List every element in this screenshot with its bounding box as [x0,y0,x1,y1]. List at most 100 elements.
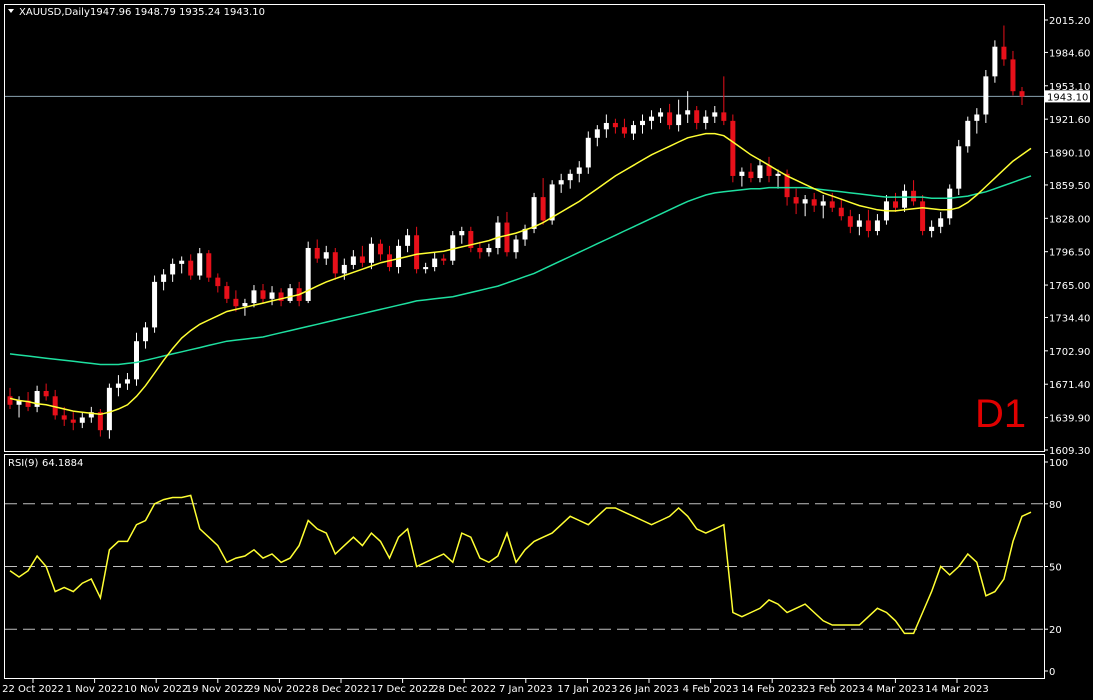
candle-body [531,197,537,229]
candle [269,286,275,306]
candle-body [621,127,627,134]
rsi-tick-label: 80 [1049,500,1062,511]
candle-body [576,167,582,174]
candle-body [215,277,221,287]
candle [314,239,320,263]
price-tick-label: 1765.00 [1049,281,1090,292]
candle-body [712,112,718,117]
time-tick-label: 8 Dec 2022 [312,684,370,695]
chevron-down-icon[interactable] [8,9,14,13]
candle [197,247,203,280]
candle-body [748,171,754,179]
candle [721,76,727,126]
candle-body [179,260,185,264]
price-tick-label: 1984.60 [1049,48,1090,59]
candle [893,192,898,212]
candle-body [341,264,347,274]
candle [558,173,564,193]
candle-body [874,220,880,232]
candle-body [920,201,926,232]
chart-symbol: XAUUSD,Daily [19,7,90,18]
rsi-tick-label: 100 [1049,458,1068,469]
candle [649,110,655,130]
rsi-value: 64.1884 [42,458,83,469]
candle [621,118,627,138]
candle-body [124,379,130,384]
time-tick-label: 14 Feb 2023 [741,684,803,695]
candle [811,192,817,212]
price-tick-label: 1639.90 [1049,414,1090,425]
candle [630,120,636,140]
candle [368,237,374,270]
candle-body [242,303,248,307]
candle-body [70,419,76,423]
candle [748,163,754,183]
rsi-tick-label: 20 [1049,625,1062,636]
rsi-tick-label: 0 [1049,667,1055,678]
candle [1019,86,1025,105]
candle [206,250,212,282]
candle [865,209,871,238]
candle-body [594,129,600,138]
candle-body [649,116,655,121]
rsi-axis: 100 80 50 20 0 [1044,458,1068,678]
candle [658,108,664,123]
time-tick-label: 10 Nov 2022 [124,684,188,695]
candle-body [992,46,998,77]
candle-body [143,327,149,342]
candle-body [676,114,682,126]
candle [143,322,149,349]
current-price-tag: 1943.10 [1045,90,1090,103]
candle [34,385,40,413]
candle-body [1010,59,1016,92]
candle [251,285,257,308]
candle [612,118,618,134]
price-tick-label: 1921.60 [1049,115,1090,126]
candle-body [486,247,492,253]
rsi-tick-label: 50 [1049,563,1062,574]
chart-window[interactable]: XAUUSD,Daily 1947.96 1948.79 1935.24 194… [0,0,1093,700]
candle-body [7,396,13,405]
candle-body [314,247,320,259]
candle-body [820,201,826,206]
candle [152,275,158,333]
price-tick-label: 1859.50 [1049,181,1090,192]
candle-body [694,110,700,123]
candle-body [513,239,519,253]
candle [124,372,130,390]
candle-body [477,247,483,253]
candle-body [739,171,745,176]
candle-body [847,216,853,227]
rsi-line [9,494,1032,635]
candle-body [929,226,935,232]
candle [992,40,998,83]
candle-body [233,298,239,307]
candle [188,254,194,280]
candle [477,241,483,259]
candle [441,254,447,265]
candle [396,239,402,274]
candle-body [703,116,709,123]
candle-body [838,207,844,217]
candle-body [802,199,808,204]
time-tick-label: 1 Nov 2022 [66,684,124,695]
candle [640,114,645,134]
time-axis: 22 Oct 2022 1 Nov 2022 10 Nov 202219 Nov 2… [2,679,989,695]
candle-body [856,220,862,227]
candle-body [441,258,447,261]
candle [567,169,573,189]
candle-body [106,387,112,431]
candle-body [197,253,203,276]
candle-body [251,290,257,304]
candle-body [667,112,673,126]
candle-body [1019,91,1025,97]
candle [287,283,293,304]
candle-body [721,112,727,121]
candle [856,214,862,236]
candle-body [612,122,618,128]
candles [7,25,1025,439]
candle-body [911,190,917,202]
time-tick-label: 29 Nov 2022 [247,684,311,695]
candle [468,226,474,253]
candle-body [757,165,763,179]
